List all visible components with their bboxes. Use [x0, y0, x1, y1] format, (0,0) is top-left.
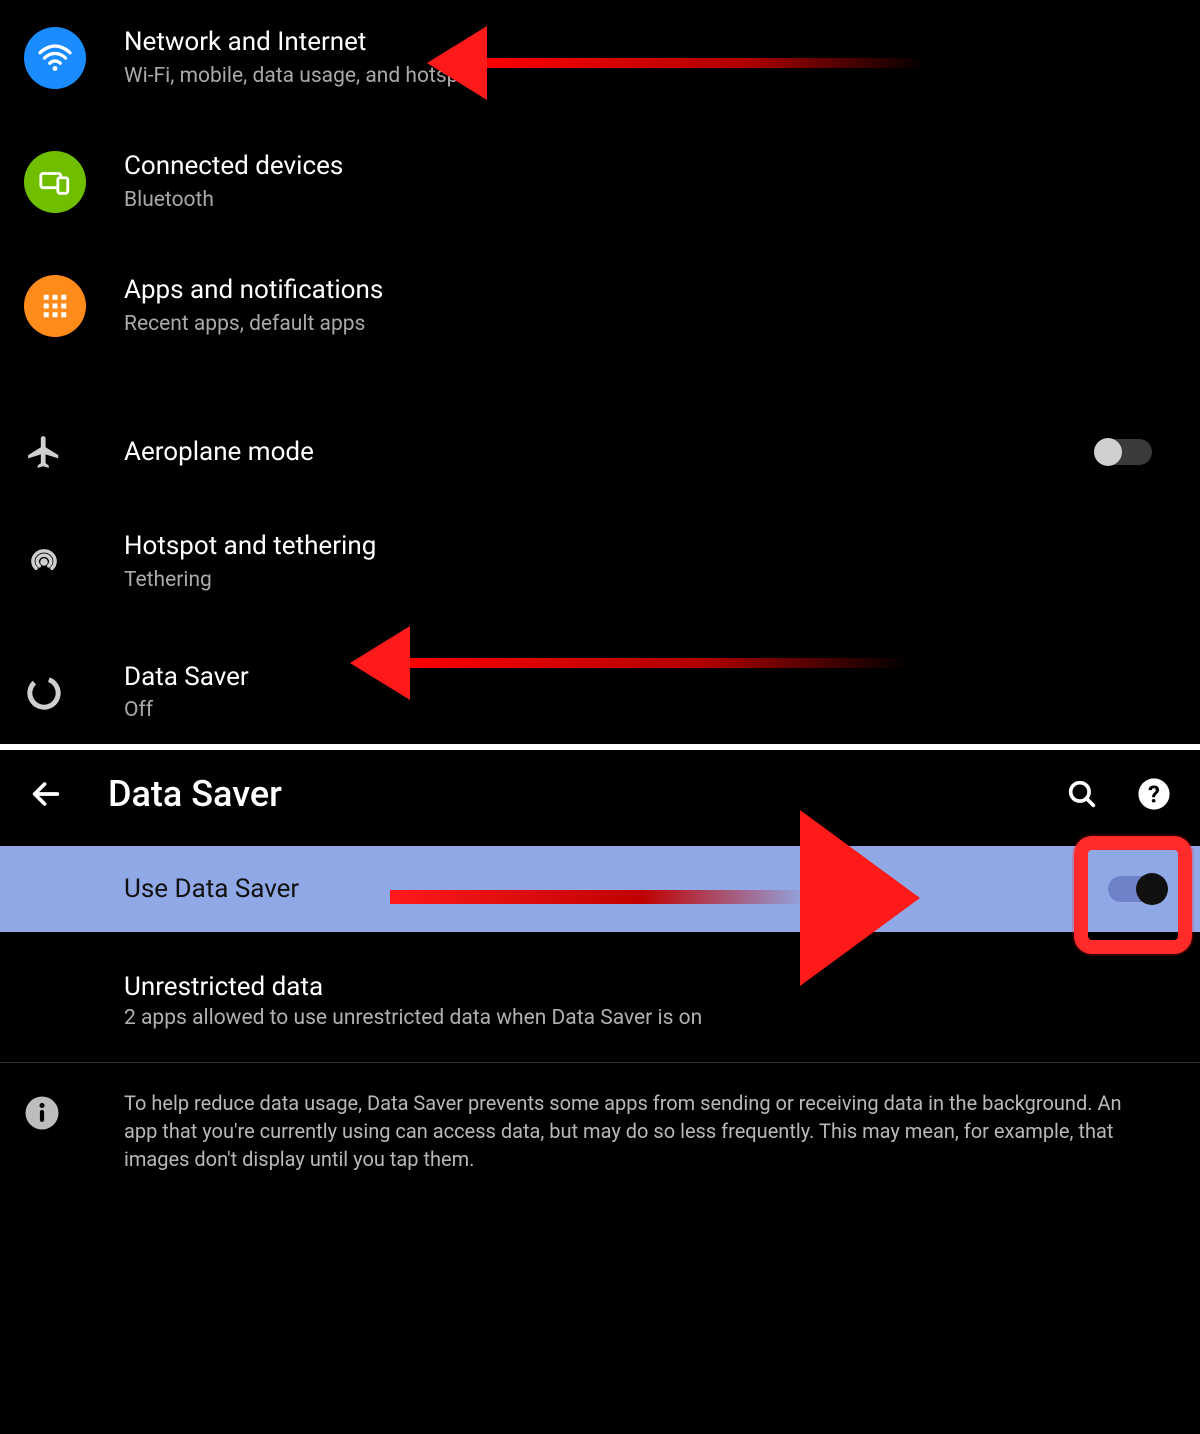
settings-item-subtitle: Bluetooth [124, 186, 1176, 214]
settings-item-apps[interactable]: Apps and notifications Recent apps, defa… [0, 258, 1200, 354]
settings-item-title: Aeroplane mode [124, 436, 1096, 470]
settings-item-title: Apps and notifications [124, 274, 1176, 308]
annotation-arrow-icon [390, 890, 810, 904]
settings-item-aeroplane-mode[interactable]: Aeroplane mode [0, 416, 1200, 488]
devices-icon [24, 151, 86, 213]
settings-item-hotspot[interactable]: Hotspot and tethering Tethering [0, 514, 1200, 610]
settings-item-title: Connected devices [124, 150, 1176, 184]
divider [0, 1062, 1200, 1063]
airplane-icon [24, 432, 64, 472]
unrestricted-data-row[interactable]: Unrestricted data 2 apps allowed to use … [0, 948, 1200, 1054]
page-title: Data Saver [108, 773, 1032, 815]
info-icon [24, 1089, 124, 1173]
info-text: To help reduce data usage, Data Saver pr… [124, 1089, 1176, 1173]
settings-item-subtitle: Off [124, 696, 1176, 724]
use-data-saver-row[interactable]: Use Data Saver [0, 846, 1200, 932]
help-button[interactable]: ? [1132, 772, 1176, 816]
use-data-saver-label: Use Data Saver [124, 874, 299, 904]
settings-item-connected-devices[interactable]: Connected devices Bluetooth [0, 134, 1200, 230]
info-row: To help reduce data usage, Data Saver pr… [0, 1071, 1200, 1191]
data-saver-icon [24, 673, 64, 713]
settings-item-subtitle: Tethering [124, 566, 1176, 594]
search-button[interactable] [1060, 772, 1104, 816]
annotation-arrow-icon [475, 58, 925, 68]
settings-item-title: Network and Internet [124, 26, 1176, 60]
svg-text:?: ? [1148, 781, 1160, 809]
annotation-highlight-box [1074, 836, 1192, 954]
settings-item-subtitle: Recent apps, default apps [124, 310, 1176, 338]
back-button[interactable] [24, 772, 68, 816]
unrestricted-data-subtitle: 2 apps allowed to use unrestricted data … [124, 1006, 702, 1030]
wifi-icon [24, 27, 86, 89]
apps-grid-icon [24, 275, 86, 337]
hotspot-icon [24, 542, 64, 582]
settings-list-panel: Network and Internet Wi-Fi, mobile, data… [0, 0, 1200, 744]
app-bar: Data Saver ? [0, 750, 1200, 846]
annotation-arrow-icon [398, 658, 908, 668]
unrestricted-data-title: Unrestricted data [124, 972, 323, 1002]
data-saver-panel: Data Saver ? Use Data Saver Unrestricted… [0, 744, 1200, 1434]
aeroplane-mode-toggle[interactable] [1096, 439, 1152, 465]
settings-item-title: Hotspot and tethering [124, 530, 1176, 564]
